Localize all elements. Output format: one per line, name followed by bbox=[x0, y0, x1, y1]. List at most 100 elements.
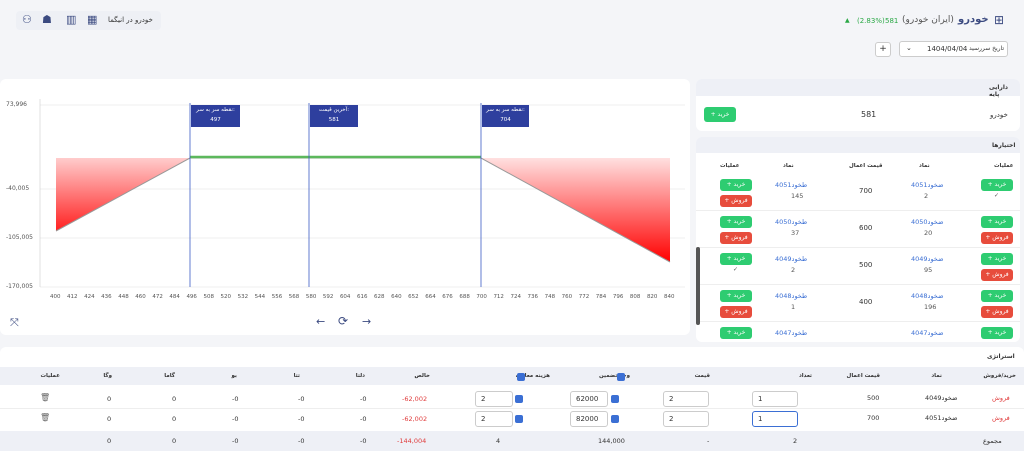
margin-row-checkbox[interactable] bbox=[611, 415, 619, 423]
gamma-value: 0 bbox=[172, 415, 177, 423]
put-sell-button[interactable]: + فروش bbox=[720, 232, 752, 244]
add-maturity-button[interactable]: + bbox=[875, 42, 891, 57]
expand-icon[interactable]: ⤧ bbox=[10, 316, 19, 330]
call-buy-button[interactable]: + خرید bbox=[981, 253, 1013, 265]
check-icon: ✓ bbox=[733, 266, 739, 273]
arrow-right-icon[interactable]: → bbox=[362, 315, 371, 328]
people-icon[interactable]: ⚇ bbox=[22, 13, 32, 26]
x-tick-label: 784 bbox=[595, 294, 607, 300]
grid-icon[interactable]: ⊞ bbox=[994, 13, 1004, 27]
x-tick-label: 640 bbox=[391, 294, 402, 300]
col-put-symbol: نماد bbox=[783, 163, 794, 169]
fee-checkbox[interactable] bbox=[517, 373, 525, 381]
row-divider bbox=[0, 408, 1024, 409]
base-buy-button[interactable]: + خرید bbox=[704, 107, 736, 122]
row-divider bbox=[696, 321, 1020, 322]
put-buy-button[interactable]: + خرید bbox=[720, 179, 752, 191]
chevron-down-icon[interactable]: ⌄ bbox=[906, 44, 912, 52]
base-asset-header bbox=[696, 79, 1020, 96]
fee-row-checkbox[interactable] bbox=[515, 415, 523, 423]
buy-label: خرید bbox=[994, 292, 1007, 299]
x-tick-label: 760 bbox=[561, 294, 573, 300]
buy-label: خرید bbox=[733, 292, 746, 299]
margin-row-checkbox[interactable] bbox=[611, 395, 619, 403]
leg-strike: 500 bbox=[867, 394, 880, 402]
x-tick-label: 532 bbox=[237, 294, 249, 300]
x-tick-label: 616 bbox=[357, 294, 368, 300]
arrow-left-icon[interactable]: ← bbox=[316, 315, 325, 328]
sell-label: فروش bbox=[731, 234, 748, 241]
net-value: -62,002 bbox=[402, 415, 428, 423]
col-header: عملیات bbox=[40, 373, 60, 379]
total-price: - bbox=[707, 437, 710, 445]
col-header: تعداد bbox=[798, 373, 812, 379]
put-buy-button[interactable]: + خرید bbox=[720, 253, 752, 265]
scrollbar[interactable] bbox=[696, 247, 700, 325]
call-symbol[interactable]: ضخود4049 bbox=[911, 255, 944, 263]
strike-price: 600 bbox=[859, 224, 873, 232]
put-symbol[interactable]: طخود4048 bbox=[775, 292, 807, 300]
qty-input[interactable]: 1 bbox=[752, 411, 798, 427]
call-buy-button[interactable]: + خرید bbox=[981, 327, 1013, 339]
put-sell-button[interactable]: + فروش bbox=[720, 195, 752, 207]
put-buy-button[interactable]: + خرید bbox=[720, 216, 752, 228]
put-buy-button[interactable]: + خرید bbox=[720, 290, 752, 302]
dashboard-icon[interactable]: ▦ bbox=[87, 13, 97, 26]
x-tick-label: 460 bbox=[135, 294, 146, 300]
price-input[interactable]: 2 bbox=[663, 411, 709, 427]
call-buy-button[interactable]: + خرید bbox=[981, 290, 1013, 302]
col-header: قیمت اعمال bbox=[846, 373, 880, 379]
call-buy-button[interactable]: + خرید bbox=[981, 216, 1013, 228]
margin-checkbox[interactable] bbox=[617, 373, 625, 381]
base-asset-card: دارایی پایه خودرو 581 + خرید bbox=[696, 79, 1020, 131]
call-buy-button[interactable]: + خرید bbox=[981, 179, 1013, 191]
put-symbol[interactable]: طخود4047 bbox=[775, 329, 807, 337]
page-title: خودرو bbox=[958, 14, 989, 25]
call-symbol[interactable]: ضخود4050 bbox=[911, 218, 944, 226]
put-buy-button[interactable]: + خرید bbox=[720, 327, 752, 339]
x-tick-label: 840 bbox=[664, 294, 675, 300]
group-icon[interactable]: ☗ bbox=[42, 13, 52, 26]
sell-label: فروش bbox=[992, 271, 1009, 278]
margin-input[interactable]: 62000 bbox=[570, 391, 608, 407]
x-tick-label: 652 bbox=[408, 294, 419, 300]
up-arrow-icon: ▲ bbox=[845, 17, 850, 24]
buy-label: خرید bbox=[994, 218, 1007, 225]
call-sell-button[interactable]: + فروش bbox=[981, 232, 1013, 244]
call-count: 20 bbox=[924, 229, 933, 237]
plus-icon: + bbox=[987, 329, 993, 336]
x-tick-label: 664 bbox=[425, 294, 436, 300]
enigma-link[interactable]: خودرو در انیگما bbox=[108, 16, 153, 24]
fee-input[interactable]: 2 bbox=[475, 391, 513, 407]
x-tick-label: 676 bbox=[442, 294, 453, 300]
refresh-icon[interactable]: ⟳ bbox=[338, 314, 348, 328]
x-tick-label: 688 bbox=[459, 294, 470, 300]
fee-input[interactable]: 2 bbox=[475, 411, 513, 427]
buy-label: خرید bbox=[733, 255, 746, 262]
qty-input[interactable]: 1 bbox=[752, 391, 798, 407]
call-symbol[interactable]: ضخود4048 bbox=[911, 292, 944, 300]
put-symbol[interactable]: طخود4049 bbox=[775, 255, 807, 263]
margin-input[interactable]: 82000 bbox=[570, 411, 608, 427]
call-sell-button[interactable]: + فروش bbox=[981, 269, 1013, 281]
total-net: -144,004 bbox=[397, 437, 427, 445]
trash-icon[interactable]: 🗑︎ bbox=[40, 393, 50, 402]
put-symbol[interactable]: طخود4050 bbox=[775, 218, 807, 226]
put-sell-button[interactable]: + فروش bbox=[720, 306, 752, 318]
call-sell-button[interactable]: + فروش bbox=[981, 306, 1013, 318]
put-symbol[interactable]: طخود4051 bbox=[775, 181, 807, 189]
plus-icon: + bbox=[985, 271, 991, 278]
plus-icon: + bbox=[726, 329, 732, 336]
chart-icon[interactable]: ▥ bbox=[66, 13, 76, 26]
check-icon: ✓ bbox=[994, 192, 1000, 199]
delta-value: -0 bbox=[360, 415, 367, 423]
fee-row-checkbox[interactable] bbox=[515, 395, 523, 403]
price-input[interactable]: 2 bbox=[663, 391, 709, 407]
x-tick-label: 580 bbox=[305, 294, 317, 300]
total-qty: 2 bbox=[793, 437, 798, 445]
trash-icon[interactable]: 🗑︎ bbox=[40, 413, 50, 422]
call-symbol[interactable]: ضخود4047 bbox=[911, 329, 944, 337]
x-tick-label: 520 bbox=[220, 294, 232, 300]
call-symbol[interactable]: ضخود4051 bbox=[911, 181, 944, 189]
x-tick-label: 412 bbox=[67, 294, 78, 300]
